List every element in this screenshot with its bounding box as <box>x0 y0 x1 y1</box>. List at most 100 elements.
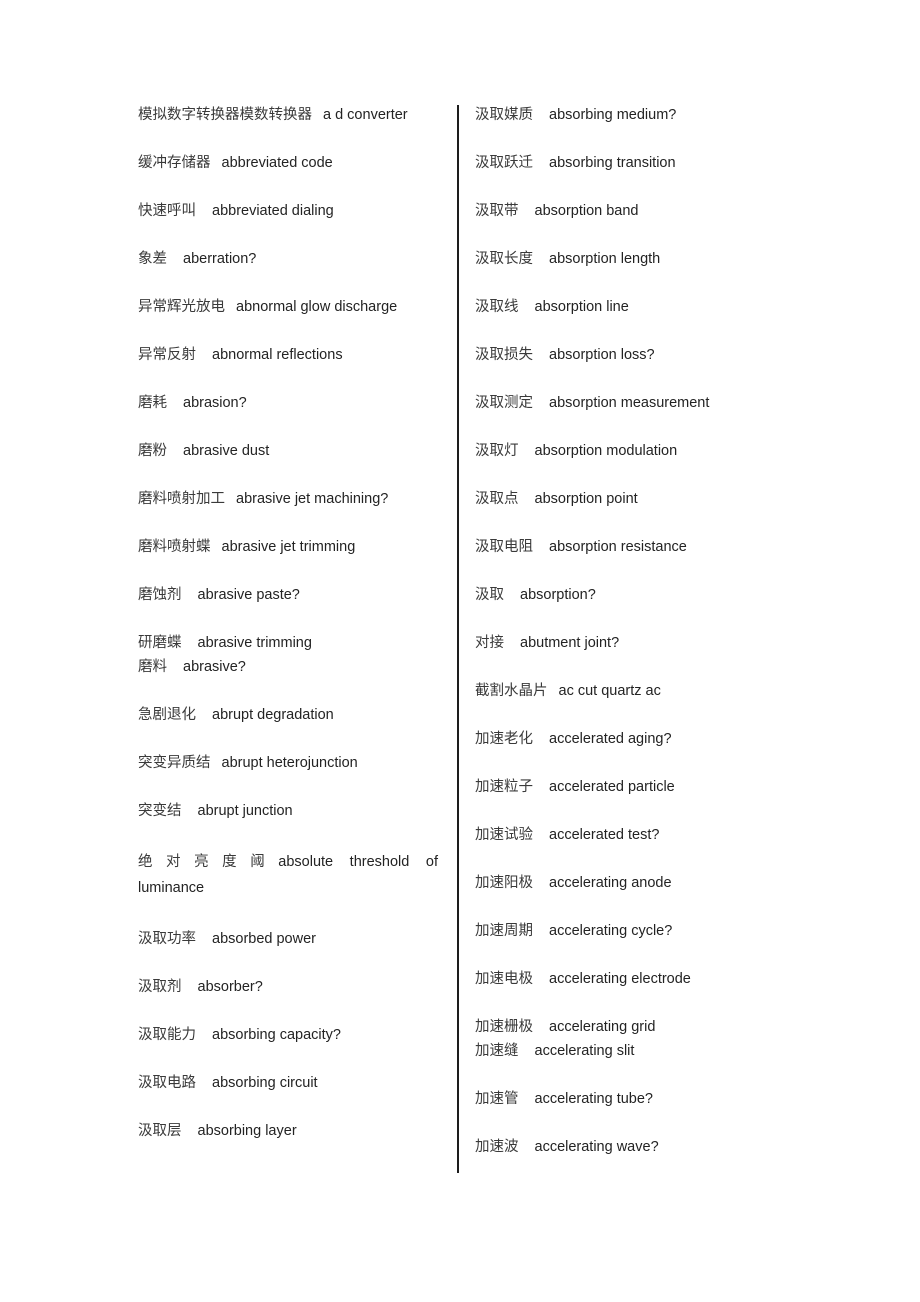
glossary-term-en-continued: luminance <box>138 880 205 896</box>
glossary-term-en: absorption point <box>534 491 638 507</box>
glossary-entry: 磨料喷射加工 abrasive jet machining? <box>138 489 438 509</box>
glossary-term-en: accelerating slit <box>534 1043 635 1059</box>
glossary-term-zh: 汲取剂 <box>138 979 182 995</box>
glossary-term-zh: 突变异质结 <box>138 755 211 771</box>
glossary-entry: 汲取灯 absorption modulation <box>475 441 775 461</box>
glossary-entry: 突变异质结 abrupt heterojunction <box>138 753 438 773</box>
glossary-term-en: a d converter <box>323 107 408 123</box>
glossary-term-en: abrasive jet trimming <box>221 539 356 555</box>
glossary-term-en: absorption resistance <box>549 539 687 555</box>
glossary-term-zh: 加速波 <box>475 1139 519 1155</box>
glossary-entry: 象差 aberration? <box>138 249 438 269</box>
glossary-term-zh: 模拟数字转换器模数转换器 <box>138 107 312 123</box>
glossary-term-en: accelerating anode <box>549 875 672 891</box>
glossary-term-en: abrasion? <box>183 395 247 411</box>
glossary-term-zh: 磨料 <box>138 659 167 675</box>
glossary-entry: 加速波 accelerating wave? <box>475 1137 775 1157</box>
glossary-term-zh: 缓冲存储器 <box>138 155 211 171</box>
glossary-term-en: absorbing circuit <box>212 1075 318 1091</box>
glossary-entry: 磨耗 abrasion? <box>138 393 438 413</box>
glossary-term-zh: 汲取能力 <box>138 1027 196 1043</box>
glossary-entry: 磨料喷射蝶 abrasive jet trimming <box>138 537 438 557</box>
glossary-entry: 加速粒子 accelerated particle <box>475 777 775 797</box>
glossary-entry: 快速呼叫 abbreviated dialing <box>138 201 438 221</box>
glossary-term-en: abrasive dust <box>183 443 270 459</box>
glossary-term-en: abrupt junction <box>197 803 293 819</box>
glossary-term-zh: 磨蚀剂 <box>138 587 182 603</box>
glossary-term-en: abbreviated dialing <box>212 203 334 219</box>
glossary-term-en: absorber? <box>197 979 263 995</box>
glossary-entry: 截割水晶片 ac cut quartz ac <box>475 681 775 701</box>
glossary-entry: 磨蚀剂 abrasive paste? <box>138 585 438 605</box>
glossary-term-zh: 磨料喷射蝶 <box>138 539 211 555</box>
glossary-term-en: accelerating wave? <box>534 1139 659 1155</box>
glossary-column-left: 模拟数字转换器模数转换器 a d converter 缓冲存储器 abbreviate… <box>138 105 438 1169</box>
column-divider <box>457 105 459 1173</box>
glossary-entry: 急剧退化 abrupt degradation <box>138 705 438 725</box>
glossary-term-zh: 加速缝 <box>475 1043 519 1059</box>
glossary-term-zh: 汲取功率 <box>138 931 196 947</box>
glossary-entry: 加速栅极 accelerating grid <box>475 1017 775 1037</box>
glossary-entry: 汲取层 absorbing layer <box>138 1121 438 1141</box>
glossary-term-en: absorbing layer <box>197 1123 297 1139</box>
glossary-term-zh: 汲取灯 <box>475 443 519 459</box>
glossary-term-en: absorbing transition <box>549 155 676 171</box>
glossary-term-zh: 磨料喷射加工 <box>138 491 225 507</box>
glossary-entry: 汲取点 absorption point <box>475 489 775 509</box>
glossary-term-zh: 急剧退化 <box>138 707 196 723</box>
glossary-entry: 汲取线 absorption line <box>475 297 775 317</box>
glossary-term-zh: 加速栅极 <box>475 1019 533 1035</box>
glossary-entry: 异常辉光放电 abnormal glow discharge <box>138 297 438 317</box>
glossary-entry: 异常反射 abnormal reflections <box>138 345 438 365</box>
glossary-term-zh: 研磨蝶 <box>138 635 182 651</box>
glossary-entry: 加速电极 accelerating electrode <box>475 969 775 989</box>
glossary-term-en: abutment joint? <box>520 635 620 651</box>
glossary-term-en: abrasive trimming <box>197 635 312 651</box>
glossary-entry: 研磨蝶 abrasive trimming <box>138 633 438 653</box>
glossary-entry: 模拟数字转换器模数转换器 a d converter <box>138 105 438 125</box>
glossary-term-en: absorption measurement <box>549 395 710 411</box>
glossary-entry: 加速阳极 accelerating anode <box>475 873 775 893</box>
glossary-term-zh: 汲取测定 <box>475 395 533 411</box>
glossary-term-en: absorbing capacity? <box>212 1027 341 1043</box>
glossary-term-zh: 汲取 <box>475 587 504 603</box>
glossary-term-zh: 截割水晶片 <box>475 683 548 699</box>
glossary-entry: 磨粉 abrasive dust <box>138 441 438 461</box>
glossary-term-en: abrasive? <box>183 659 246 675</box>
glossary-term-zh: 突变结 <box>138 803 182 819</box>
glossary-entry: 汲取测定 absorption measurement <box>475 393 775 413</box>
glossary-term-zh: 汲取长度 <box>475 251 533 267</box>
glossary-entry: 突变结 abrupt junction <box>138 801 438 821</box>
glossary-term-zh: 汲取电路 <box>138 1075 196 1091</box>
glossary-term-zh: 加速试验 <box>475 827 533 843</box>
glossary-entry: 加速周期 accelerating cycle? <box>475 921 775 941</box>
glossary-entry: 加速老化 accelerated aging? <box>475 729 775 749</box>
glossary-term-en: absorption line <box>534 299 629 315</box>
glossary-term-zh: 汲取媒质 <box>475 107 533 123</box>
glossary-term-en: accelerated test? <box>549 827 660 843</box>
glossary-term-zh: 绝对亮度阈 <box>138 854 279 870</box>
glossary-term-zh: 磨耗 <box>138 395 167 411</box>
glossary-term-en: absorption loss? <box>549 347 655 363</box>
glossary-term-zh: 汲取层 <box>138 1123 182 1139</box>
glossary-entry: 绝对亮度阈absolute threshold of luminance <box>138 849 438 901</box>
glossary-term-zh: 异常辉光放电 <box>138 299 225 315</box>
glossary-term-zh: 加速管 <box>475 1091 519 1107</box>
glossary-term-en: abnormal glow discharge <box>236 299 398 315</box>
glossary-entry: 加速试验 accelerated test? <box>475 825 775 845</box>
glossary-term-en: ac cut quartz ac <box>558 683 661 699</box>
glossary-entry: 汲取损失 absorption loss? <box>475 345 775 365</box>
glossary-term-zh: 象差 <box>138 251 167 267</box>
glossary-entry: 汲取长度 absorption length <box>475 249 775 269</box>
glossary-term-zh: 加速老化 <box>475 731 533 747</box>
glossary-entry: 汲取带 absorption band <box>475 201 775 221</box>
glossary-column-right: 汲取媒质 absorbing medium? 汲取跃迁 absorbing trans… <box>475 105 775 1185</box>
glossary-term-zh: 汲取线 <box>475 299 519 315</box>
glossary-term-zh: 加速周期 <box>475 923 533 939</box>
glossary-term-en: accelerating grid <box>549 1019 656 1035</box>
glossary-term-en: absorption modulation <box>534 443 678 459</box>
glossary-term-en: accelerating cycle? <box>549 923 673 939</box>
glossary-term-en: aberration? <box>183 251 257 267</box>
glossary-term-zh: 加速阳极 <box>475 875 533 891</box>
glossary-entry: 汲取功率 absorbed power <box>138 929 438 949</box>
